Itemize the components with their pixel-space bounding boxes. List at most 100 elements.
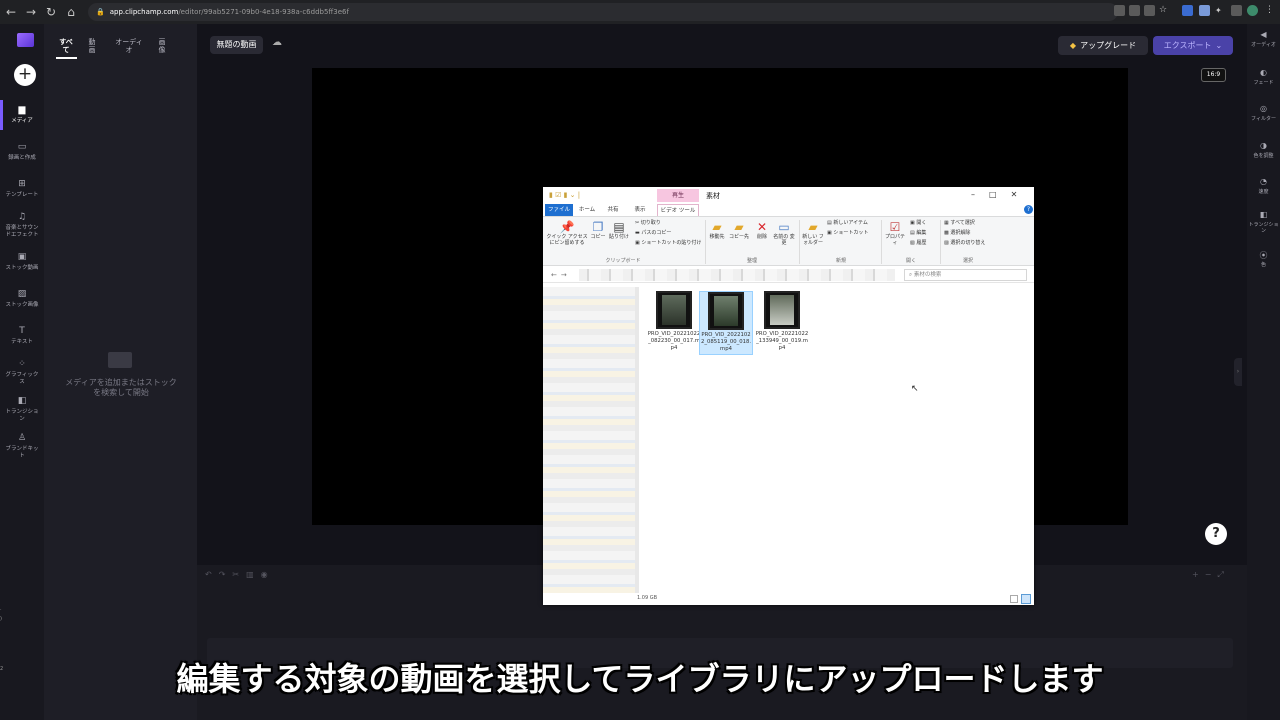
rail-item-brand-kit[interactable]: ♙ ブランドキット <box>0 433 44 460</box>
address-bar[interactable]: 🔒 app.clipchamp.com /editor/99ab5271-09b… <box>88 3 1118 21</box>
rail-item-music[interactable]: ♫ 音楽とサウンドエフェクト <box>0 212 44 239</box>
rail-item-graphics[interactable]: ⁘ グラフィックス <box>0 359 44 386</box>
open-button[interactable]: ▣ 開く <box>910 220 926 227</box>
google-icon[interactable] <box>1114 5 1125 16</box>
back-icon[interactable]: ← <box>2 3 20 21</box>
properties-button[interactable]: ☑ プロパティ <box>883 220 907 246</box>
zoom-out-icon[interactable]: − <box>1205 570 1218 579</box>
back-icon[interactable]: ← <box>551 271 561 279</box>
help-button[interactable]: ? <box>1205 523 1227 545</box>
zoom-in-icon[interactable]: + <box>1192 570 1205 579</box>
add-media-button[interactable]: + <box>14 64 36 86</box>
paste-button[interactable]: ▤ 貼り付け <box>607 220 631 240</box>
rail-item-templates[interactable]: ⊞ テンプレート <box>0 179 44 199</box>
snapshot-icon[interactable]: ◉ <box>261 570 275 579</box>
reload-icon[interactable]: ↻ <box>42 3 60 21</box>
forward-icon[interactable]: → <box>22 3 40 21</box>
prop-filters[interactable]: ◎ フィルター <box>1247 104 1280 122</box>
home-icon[interactable]: ⌂ <box>62 3 80 21</box>
aspect-ratio-button[interactable]: 16:9 <box>1201 68 1226 82</box>
move-to-button[interactable]: ▰ 移動先 <box>707 220 727 240</box>
export-button[interactable]: エクスポート ⌄ <box>1153 36 1233 55</box>
edit-button[interactable]: ▤ 編集 <box>910 230 926 237</box>
copy-button[interactable]: ❐ コピー <box>589 220 607 240</box>
cloud-sync-icon[interactable]: ☁ <box>272 37 282 48</box>
prop-audio[interactable]: ◀ オーディオ <box>1247 30 1280 48</box>
tab-audio[interactable]: オーディオ <box>113 38 145 54</box>
tab-images[interactable]: 画像 <box>157 38 167 54</box>
tab-video-tools[interactable]: ビデオ ツール <box>657 204 699 216</box>
search-box[interactable]: ⌕ 素材の検索 <box>904 269 1027 281</box>
undo-icon[interactable]: ↶ <box>205 570 219 579</box>
select-all-button[interactable]: ▦ すべて選択 <box>944 220 975 227</box>
forward-icon[interactable]: → <box>561 271 571 279</box>
diamond-icon: ◆ <box>1069 41 1077 50</box>
clipchamp-logo[interactable] <box>17 33 34 47</box>
navigation-pane-blurred[interactable] <box>543 287 635 595</box>
new-item-button[interactable]: ▤ 新しいアイテム <box>827 220 868 227</box>
prop-transition[interactable]: ◧ トランジション <box>1247 210 1280 234</box>
details-view-icon[interactable] <box>1010 595 1018 603</box>
scissors-icon[interactable]: ✂ <box>232 570 246 579</box>
bookmark-star-icon[interactable]: ☆ <box>1159 5 1170 16</box>
url-host: app.clipchamp.com <box>109 8 179 16</box>
help-icon[interactable]: ? <box>1024 205 1033 214</box>
quick-access-toolbar[interactable]: ▮ ☑ ▮ ⌄ | <box>549 191 580 199</box>
extension-icon[interactable] <box>1182 5 1193 16</box>
rail-item-text[interactable]: T テキスト <box>0 326 44 346</box>
project-title[interactable]: 無題の動画 <box>210 36 263 54</box>
minimize-icon[interactable]: – <box>971 190 989 199</box>
rail-item-transitions[interactable]: ◧ トランジション <box>0 396 44 423</box>
copy-to-button[interactable]: ▰ コピー先 <box>729 220 749 240</box>
menu-icon[interactable]: ⋮ <box>1265 5 1276 16</box>
nav-pane-scrollbar[interactable] <box>635 287 639 595</box>
file-item[interactable]: PRO_VID_20221022_082230_00_017.mp4 <box>647 291 701 352</box>
extension-icon[interactable] <box>1199 5 1210 16</box>
tab-all[interactable]: すべて <box>56 38 76 54</box>
rail-item-stock-video[interactable]: ▣ ストック動画 <box>0 252 44 272</box>
pin-quick-access-button[interactable]: 📌 クイック アクセス にピン留めする <box>545 220 589 246</box>
mouse-cursor-icon: ↖ <box>911 384 919 394</box>
puzzle-icon[interactable]: ✦ <box>1215 5 1226 16</box>
close-icon[interactable]: ✕ <box>1011 190 1032 199</box>
prop-colour-swatch[interactable]: ⦿ 色 <box>1247 250 1280 268</box>
prop-color[interactable]: ◑ 色を調整 <box>1247 141 1280 159</box>
paste-shortcut-button[interactable]: ▣ ショートカットの貼り付け <box>635 240 701 247</box>
collapse-properties-button[interactable]: › <box>1234 358 1242 386</box>
tab-file[interactable]: ファイル <box>545 204 573 216</box>
install-icon[interactable] <box>1129 5 1140 16</box>
redo-icon[interactable]: ↷ <box>219 570 233 579</box>
sidepanel-icon[interactable] <box>1231 5 1242 16</box>
select-none-button[interactable]: ▩ 選択解除 <box>944 230 970 237</box>
easy-access-button[interactable]: ▣ ショートカット <box>827 230 868 237</box>
tab-view[interactable]: 表示 <box>631 204 649 216</box>
tab-home[interactable]: ホーム <box>576 204 598 216</box>
cut-button[interactable]: ✂ 切り取り <box>635 220 661 227</box>
copy-path-button[interactable]: ▬ パスのコピー <box>635 230 671 237</box>
empty-media-text: メディアを追加またはストックを検索して開始 <box>65 378 177 397</box>
upgrade-button[interactable]: ◆ アップグレード <box>1058 36 1148 55</box>
delete-button[interactable]: ✕ 削除 <box>753 220 771 240</box>
prop-speed[interactable]: ◔ 速度 <box>1247 177 1280 195</box>
avatar[interactable] <box>1247 5 1258 16</box>
maximize-icon[interactable]: □ <box>989 190 1011 199</box>
rail-item-stock-images[interactable]: ▨ ストック画像 <box>0 289 44 309</box>
context-tab-play[interactable]: 再生 <box>657 189 699 202</box>
tab-share[interactable]: 共有 <box>604 204 622 216</box>
new-folder-button[interactable]: ▰ 新しい フォルダー <box>801 220 825 246</box>
large-icons-view-icon[interactable] <box>1021 594 1031 604</box>
rename-button[interactable]: ▭ 名前の 変更 <box>773 220 795 246</box>
prop-fade[interactable]: ◐ フェード <box>1247 68 1280 86</box>
tab-video[interactable]: 動画 <box>87 38 97 54</box>
history-button[interactable]: ▧ 履歴 <box>910 240 926 247</box>
share-icon[interactable] <box>1144 5 1155 16</box>
address-bar-blurred[interactable] <box>579 269 895 281</box>
file-item[interactable]: PRO_VID_20221022_133949_00_019.mp4 <box>755 291 809 352</box>
fade-icon: ◐ <box>1260 68 1267 77</box>
file-item-selected[interactable]: PRO_VID_20221022_085119_00_018.mp4 <box>699 291 753 355</box>
trash-icon[interactable]: ▥ <box>246 570 261 579</box>
fit-icon[interactable]: ⤢ <box>1217 570 1229 579</box>
invert-selection-button[interactable]: ▨ 選択の切り替え <box>944 240 985 247</box>
rail-item-record[interactable]: ▭ 録画と作成 <box>0 142 44 162</box>
rail-item-media[interactable]: ▆ メディア <box>0 105 44 125</box>
